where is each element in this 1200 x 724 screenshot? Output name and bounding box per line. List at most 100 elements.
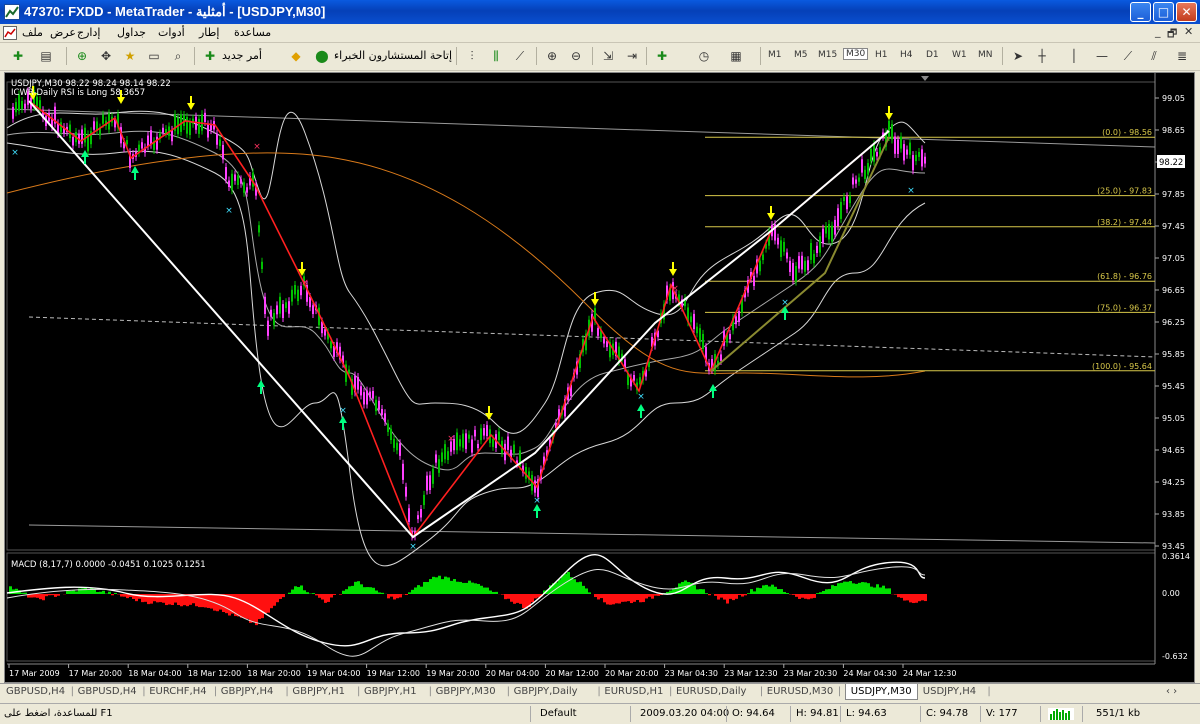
new-order-button[interactable]: أمر جديد [222,49,262,62]
zoom-in-icon[interactable]: ⊕ [542,46,562,66]
expert-advisors-button[interactable]: إتاحة المستشارون الخبراء [334,49,452,62]
mdi-close-button[interactable]: ✕ [1184,25,1193,38]
macd-histogram-bar [777,589,780,594]
chart-tab[interactable]: USDJPY,M30 [845,684,918,700]
bar-chart-icon[interactable]: ⫶ [462,46,482,66]
timeframe-d1[interactable]: D1 [926,50,939,60]
price-bar-body [207,124,209,137]
timeframe-h4[interactable]: H4 [900,50,913,60]
timeframe-m5[interactable]: M5 [794,50,808,60]
chart-window-icon[interactable] [3,26,17,40]
chart-tab[interactable]: EURUSD,Daily [676,686,746,697]
tester-icon[interactable]: ⌕ [168,46,188,66]
chart-tab[interactable]: EURUSD,H1 [604,686,663,697]
line-chart-icon[interactable]: ⟋ [510,46,530,66]
price-bar-body [438,459,440,473]
macd-scale-label: -0.632 [1162,652,1188,661]
price-bar-body [492,439,494,447]
mdi-minimize-button[interactable]: _ [1155,25,1161,38]
fibonacci-icon[interactable]: ≣ [1172,46,1192,66]
close-button[interactable]: ✕ [1176,2,1197,22]
price-bar-body [861,159,863,172]
navigator-icon[interactable]: ✥ [96,46,116,66]
menu-file[interactable]: ملف [22,26,43,39]
macd-histogram-bar [864,582,867,594]
market-watch-icon[interactable]: ⊕ [72,46,92,66]
minimize-button[interactable]: _ [1130,2,1151,22]
templates-icon[interactable]: ▦ [726,46,746,66]
zoom-out-icon[interactable]: ⊖ [566,46,586,66]
tab-separator: | [507,686,510,697]
chart-window[interactable]: (0.0) - 98.56(25.0) - 97.83(38.2) - 97.4… [4,72,1195,683]
timeframe-mn[interactable]: MN [978,50,993,60]
chart-tab[interactable]: GBPUSD,H4 [78,686,137,697]
cursor-icon[interactable]: ➤ [1008,46,1028,66]
new-chart-icon[interactable]: ✚ [8,46,28,66]
chart-tab[interactable]: GBPJPY,Daily [514,686,578,697]
macd-histogram-bar [42,594,45,600]
timeframe-w1[interactable]: W1 [952,50,967,60]
horizontal-line-icon[interactable]: — [1092,46,1112,66]
price-bar-body [873,144,875,161]
price-scale-label: 95.85 [1162,350,1185,359]
macd-histogram-bar [798,594,801,599]
menu-insert[interactable]: إدارج [77,26,100,39]
price-bar-body [222,145,224,159]
candlestick-icon[interactable]: ⫼ [486,46,506,66]
price-bar-body [384,413,386,422]
indicators-icon[interactable]: ✚ [652,46,672,66]
chart-tab[interactable]: EURUSD,M30 [767,686,833,697]
menu-help[interactable]: مساعدة [234,26,271,39]
macd-histogram-bar [162,594,165,603]
macd-histogram-bar [447,577,450,594]
chart-tab[interactable]: GBPJPY,H1 [292,686,345,697]
maximize-button[interactable]: □ [1153,2,1174,22]
autoscroll-icon[interactable]: ⇲ [598,46,618,66]
chart-tab[interactable]: GBPUSD,H4 [6,686,65,697]
profiles-icon[interactable]: ▤ [36,46,56,66]
macd-histogram-bar [366,587,369,594]
macd-scale-label: 0.3614 [1162,552,1190,561]
mdi-restore-button[interactable]: 🗗 [1167,25,1177,44]
new-order-icon[interactable]: ✚ [200,46,220,66]
chart-tab[interactable]: EURCHF,H4 [149,686,206,697]
time-scale-label: 17 Mar 2009 [9,669,60,678]
menu-tools[interactable]: أدوات [158,26,185,39]
periods-clock-icon[interactable]: ◷ [694,46,714,66]
metaeditor-icon[interactable]: ◆ [286,46,306,66]
macd-histogram-bar [294,586,297,594]
timeframe-m30[interactable]: M30 [843,48,868,60]
macd-histogram-bar [906,594,909,600]
channel-icon[interactable]: ⫽ [1144,46,1164,66]
crosshair-icon[interactable]: ┼ [1032,46,1052,66]
chart-tab[interactable]: GBPJPY,H1 [364,686,417,697]
menu-window[interactable]: إطار [199,26,219,39]
time-scale-label: 18 Mar 20:00 [247,669,300,678]
timeframe-m1[interactable]: M1 [768,50,782,60]
menu-view[interactable]: عرض [50,26,76,39]
price-scale-label: 95.45 [1162,382,1185,391]
macd-histogram-bar [381,593,384,594]
fib-level-label: (25.0) - 97.83 [1097,187,1152,196]
chart-tab[interactable]: USDJPY,H4 [923,686,976,697]
vertical-line-icon[interactable]: │ [1064,46,1084,66]
favorites-icon[interactable]: ★ [120,46,140,66]
experts-icon[interactable]: ⬤ [312,46,332,66]
chart-shift-icon[interactable]: ⇥ [622,46,642,66]
timeframe-m15[interactable]: M15 [818,50,837,60]
usdjpy-chart[interactable]: (0.0) - 98.56(25.0) - 97.83(38.2) - 97.4… [5,73,1194,682]
price-bar-body [225,167,227,179]
price-bar-body [216,134,218,145]
timeframe-h1[interactable]: H1 [875,50,888,60]
trendline-icon[interactable]: ⟋ [1118,46,1138,66]
price-bar-body [198,119,200,134]
price-bar-body [150,130,152,145]
tab-scroll-arrows[interactable]: ‹ › [1166,686,1177,697]
window-title-bar[interactable]: 47370: FXDD - MetaTrader - أمثلية - [USD… [0,0,1200,24]
chart-tab[interactable]: GBPJPY,M30 [436,686,496,697]
menu-charts[interactable]: جداول [117,26,146,39]
connection-status-icon[interactable] [1048,708,1074,720]
macd-histogram-bar [645,594,648,598]
chart-tab[interactable]: GBPJPY,H4 [221,686,274,697]
terminal-icon[interactable]: ▭ [144,46,164,66]
